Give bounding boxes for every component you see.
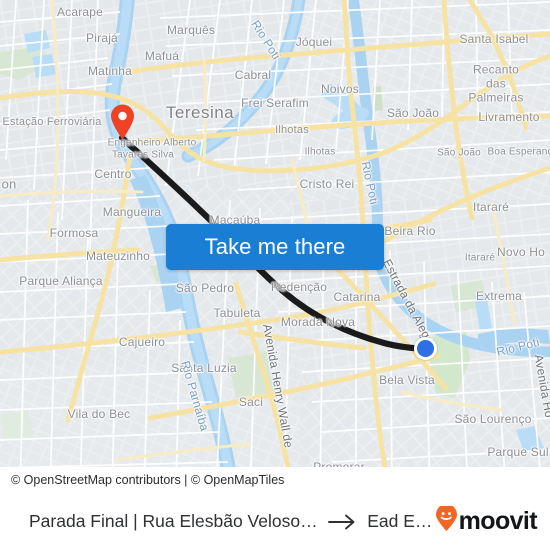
trip-destination-label: Ead Est... xyxy=(367,511,434,531)
moovit-pin-icon xyxy=(435,504,458,537)
trip-origin-label: Parada Final | Rua Elesbão Veloso Soar..… xyxy=(29,511,319,531)
map-canvas[interactable]: Acarape Marquês Pirajá Santa Isabel Mafuá Jóq… xyxy=(0,0,550,492)
trip-summary: Parada Final | Rua Elesbão Veloso Soar..… xyxy=(29,511,435,532)
destination-dot-icon[interactable] xyxy=(414,337,437,360)
take-me-there-button[interactable]: Take me there xyxy=(166,224,384,270)
moovit-wordmark: moovit xyxy=(458,507,538,535)
moovit-trip-screen: Acarape Marquês Pirajá Santa Isabel Mafuá Jóq… xyxy=(0,0,550,550)
moovit-logo[interactable]: moovit xyxy=(435,504,538,537)
trip-footer: Parada Final | Rua Elesbão Veloso Soar..… xyxy=(0,492,550,550)
arrow-right-icon xyxy=(328,513,358,531)
map-attribution: © OpenStreetMap contributors | © OpenMap… xyxy=(0,467,550,492)
attribution-text[interactable]: © OpenStreetMap contributors | © OpenMap… xyxy=(11,473,284,487)
